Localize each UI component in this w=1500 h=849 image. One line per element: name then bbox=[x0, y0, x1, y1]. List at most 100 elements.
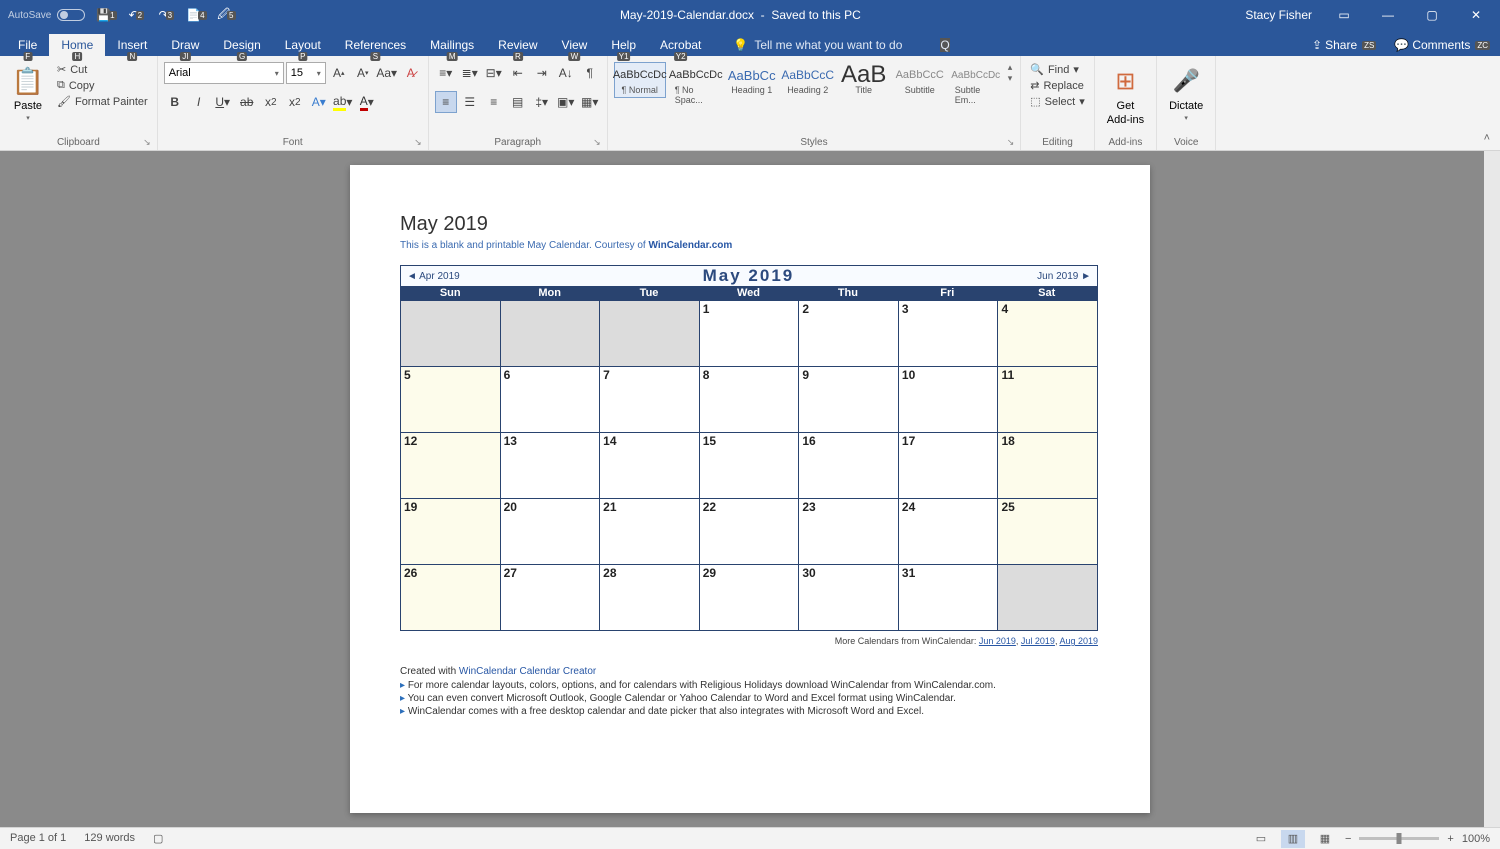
align-right-icon[interactable]: ≡ bbox=[483, 91, 505, 113]
calendar-cell[interactable] bbox=[401, 300, 501, 366]
align-center-icon[interactable]: ☰ bbox=[459, 91, 481, 113]
line-spacing-icon[interactable]: ‡▾ bbox=[531, 91, 553, 113]
indent-icon[interactable]: ⇥ bbox=[531, 62, 553, 84]
page-indicator[interactable]: Page 1 of 1 bbox=[10, 832, 66, 845]
font-size-input[interactable]: 15▾ bbox=[286, 62, 326, 84]
format-painter-button[interactable]: 🖌Format Painter bbox=[54, 94, 151, 109]
calendar-cell[interactable]: 16 bbox=[799, 432, 899, 498]
calendar-cell[interactable]: 11 bbox=[998, 366, 1097, 432]
calendar-cell[interactable]: 30 bbox=[799, 564, 899, 630]
calendar-cell[interactable]: 26 bbox=[401, 564, 501, 630]
style--no-spac-[interactable]: AaBbCcDc¶ No Spac... bbox=[670, 62, 722, 108]
qat-icon[interactable]: 📄4 bbox=[187, 6, 205, 24]
zoom-level[interactable]: 100% bbox=[1462, 833, 1490, 845]
borders-icon[interactable]: ▦▾ bbox=[579, 91, 601, 113]
calendar-cell[interactable]: 12 bbox=[401, 432, 501, 498]
zoom-slider[interactable] bbox=[1359, 837, 1439, 840]
dialog-launcher-icon[interactable]: ↘ bbox=[1007, 137, 1015, 148]
wincalendar-creator-link[interactable]: WinCalendar Calendar Creator bbox=[459, 666, 596, 677]
paste-button[interactable]: 📋 Paste ▾ bbox=[6, 62, 50, 124]
more-link[interactable]: Jun 2019 bbox=[979, 636, 1016, 646]
justify-icon[interactable]: ▤ bbox=[507, 91, 529, 113]
numbering-icon[interactable]: ≣▾ bbox=[459, 62, 481, 84]
calendar-cell[interactable]: 3 bbox=[899, 300, 999, 366]
calendar-cell[interactable]: 10 bbox=[899, 366, 999, 432]
dictate-button[interactable]: 🎤 Dictate ▾ bbox=[1163, 62, 1209, 124]
calendar-cell[interactable]: 20 bbox=[501, 498, 601, 564]
calendar-cell[interactable]: 9 bbox=[799, 366, 899, 432]
calendar-cell[interactable]: 1 bbox=[700, 300, 800, 366]
grow-font-icon[interactable]: A▴ bbox=[328, 62, 350, 84]
copy-button[interactable]: ⧉Copy bbox=[54, 78, 151, 93]
collapse-ribbon-icon[interactable]: ˄ bbox=[1474, 126, 1500, 150]
styles-more-icon[interactable]: ▴▾ bbox=[1006, 62, 1015, 84]
maximize-icon[interactable]: ▢ bbox=[1412, 0, 1452, 30]
minimize-icon[interactable]: — bbox=[1368, 0, 1408, 30]
calendar-cell[interactable]: 14 bbox=[600, 432, 700, 498]
find-button[interactable]: 🔍Find ▾ bbox=[1027, 62, 1082, 77]
next-month-link[interactable]: Jun 2019 ► bbox=[1031, 269, 1097, 284]
autosave-toggle[interactable]: AutoSave bbox=[8, 9, 85, 21]
dialog-launcher-icon[interactable]: ↘ bbox=[143, 137, 151, 148]
style-subtle-em-[interactable]: AaBbCcDcSubtle Em... bbox=[950, 62, 1002, 108]
tab-view[interactable]: ViewW bbox=[550, 34, 600, 56]
calendar-cell[interactable]: 29 bbox=[700, 564, 800, 630]
show-marks-icon[interactable]: ¶ bbox=[579, 62, 601, 84]
word-count[interactable]: 129 words bbox=[84, 832, 135, 845]
calendar-cell[interactable]: 18 bbox=[998, 432, 1097, 498]
shading-icon[interactable]: ▣▾ bbox=[555, 91, 577, 113]
calendar-cell[interactable]: 15 bbox=[700, 432, 800, 498]
italic-button[interactable]: I bbox=[188, 91, 210, 113]
calendar-cell[interactable]: 19 bbox=[401, 498, 501, 564]
undo-icon[interactable]: ↶2 bbox=[127, 6, 145, 24]
calendar-cell[interactable]: 25 bbox=[998, 498, 1097, 564]
tab-acrobat[interactable]: AcrobatY2 bbox=[648, 34, 713, 56]
read-mode-icon[interactable]: ▭ bbox=[1249, 830, 1273, 848]
tab-file[interactable]: FileF bbox=[6, 34, 49, 56]
wincalendar-link[interactable]: WinCalendar.com bbox=[648, 240, 732, 251]
comments-button[interactable]: 💬 CommentsZC bbox=[1390, 36, 1494, 54]
calendar-cell[interactable]: 27 bbox=[501, 564, 601, 630]
calendar-cell[interactable]: 31 bbox=[899, 564, 999, 630]
outdent-icon[interactable]: ⇤ bbox=[507, 62, 529, 84]
tab-home[interactable]: HomeH bbox=[49, 34, 105, 56]
calendar-cell[interactable]: 23 bbox=[799, 498, 899, 564]
change-case-icon[interactable]: Aa▾ bbox=[376, 62, 398, 84]
replace-button[interactable]: ⇄Replace bbox=[1027, 78, 1087, 93]
bold-button[interactable]: B bbox=[164, 91, 186, 113]
calendar-cell[interactable]: 17 bbox=[899, 432, 999, 498]
tab-design[interactable]: DesignG bbox=[211, 34, 272, 56]
vertical-scrollbar[interactable] bbox=[1484, 151, 1500, 827]
tell-me-input[interactable] bbox=[754, 38, 934, 52]
style-subtitle[interactable]: AaBbCcCSubtitle bbox=[894, 62, 946, 98]
close-icon[interactable]: ✕ bbox=[1456, 0, 1496, 30]
clear-formatting-icon[interactable]: A̷ bbox=[400, 62, 422, 84]
save-icon[interactable]: 💾1 bbox=[97, 6, 115, 24]
text-effects-icon[interactable]: A▾ bbox=[308, 91, 330, 113]
calendar-cell[interactable] bbox=[501, 300, 601, 366]
superscript-button[interactable]: x2 bbox=[284, 91, 306, 113]
document-area[interactable]: May 2019 This is a blank and printable M… bbox=[0, 151, 1500, 827]
tab-layout[interactable]: LayoutP bbox=[273, 34, 333, 56]
zoom-in-icon[interactable]: + bbox=[1447, 833, 1453, 845]
font-color-icon[interactable]: A▾ bbox=[356, 91, 378, 113]
select-button[interactable]: ⬚Select ▾ bbox=[1027, 94, 1088, 109]
tab-references[interactable]: ReferencesS bbox=[333, 34, 418, 56]
zoom-out-icon[interactable]: − bbox=[1345, 833, 1351, 845]
tab-review[interactable]: ReviewR bbox=[486, 34, 549, 56]
tab-help[interactable]: HelpY1 bbox=[599, 34, 648, 56]
calendar-cell[interactable]: 4 bbox=[998, 300, 1097, 366]
align-left-icon[interactable]: ≡ bbox=[435, 91, 457, 113]
cut-button[interactable]: ✂Cut bbox=[54, 62, 151, 77]
dialog-launcher-icon[interactable]: ↘ bbox=[593, 137, 601, 148]
subscript-button[interactable]: x2 bbox=[260, 91, 282, 113]
user-name[interactable]: Stacy Fisher bbox=[1245, 8, 1312, 22]
calendar-cell[interactable]: 2 bbox=[799, 300, 899, 366]
more-link[interactable]: Aug 2019 bbox=[1059, 636, 1098, 646]
style-heading-2[interactable]: AaBbCcCHeading 2 bbox=[782, 62, 834, 98]
tab-draw[interactable]: DrawJI bbox=[159, 34, 211, 56]
redo-icon[interactable]: ↷3 bbox=[157, 6, 175, 24]
share-button[interactable]: ⇪ ShareZS bbox=[1308, 36, 1380, 54]
calendar-cell[interactable]: 22 bbox=[700, 498, 800, 564]
web-layout-icon[interactable]: ▦ bbox=[1313, 830, 1337, 848]
